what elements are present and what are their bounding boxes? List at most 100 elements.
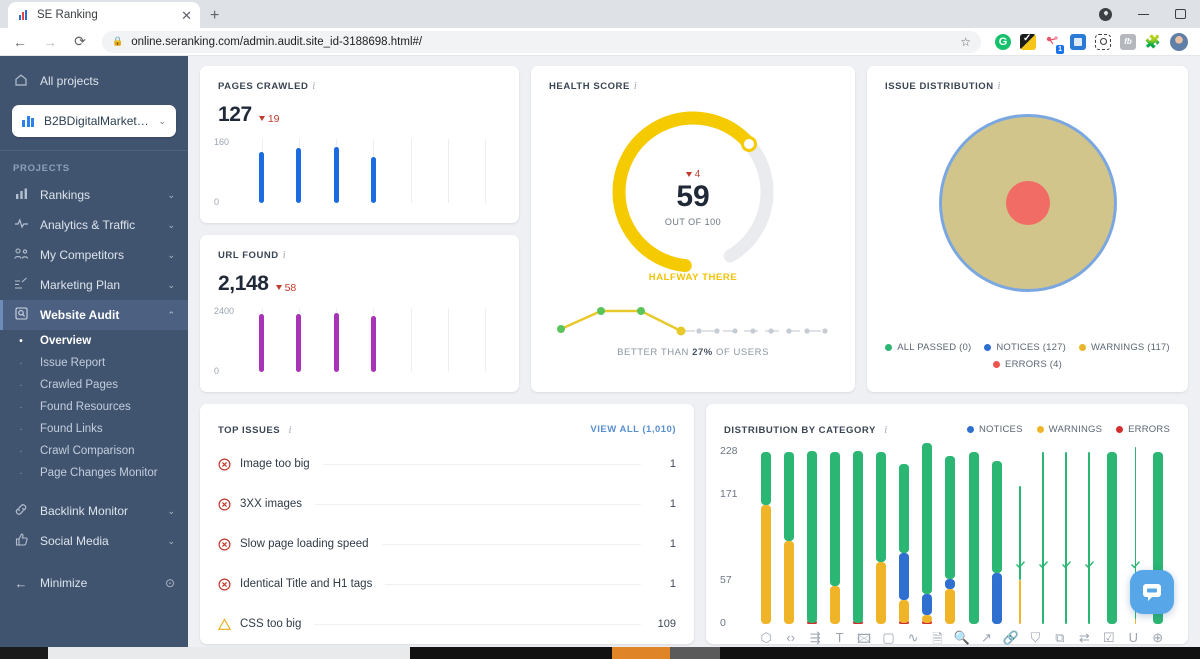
image-icon[interactable]: 🖾 xyxy=(857,630,871,647)
chevron-down-icon[interactable]: ⌄ xyxy=(167,220,175,231)
grammarly-icon[interactable]: G xyxy=(995,33,1011,50)
browser-tab[interactable]: SE Ranking ✕ xyxy=(8,2,200,28)
sidebar-subitem-issue-report[interactable]: · Issue Report xyxy=(0,352,188,374)
minichart-bar[interactable] xyxy=(333,146,339,203)
legend-item-errors[interactable]: ERRORS (4) xyxy=(993,359,1062,370)
legend-item-notices[interactable]: NOTICES xyxy=(967,424,1023,435)
sidebar-subitem-found-resources[interactable]: · Found Resources xyxy=(0,396,188,418)
refresh-icon[interactable]: ⇄ xyxy=(1079,630,1090,646)
similarweb-icon[interactable] xyxy=(1070,33,1086,50)
sidebar-minimize-button[interactable]: ← Minimize ⊙ xyxy=(0,568,188,598)
sidebar-subitem-found-links[interactable]: · Found Links xyxy=(0,418,188,440)
fb-pixel-icon[interactable]: fb xyxy=(1120,33,1136,50)
redirect-icon[interactable]: ⇶ xyxy=(810,630,821,646)
chain-link-icon[interactable]: 🔗 xyxy=(1003,630,1019,646)
chevron-up-icon[interactable]: ⌃ xyxy=(167,310,175,321)
minichart-bar[interactable] xyxy=(296,147,302,203)
page-icon[interactable]: ▢ xyxy=(882,630,894,646)
sidebar-item-website-audit[interactable]: Website Audit ⌃ xyxy=(0,300,188,330)
issue-row[interactable]: 3XX images 1 xyxy=(200,484,694,524)
question-circle-icon[interactable]: ⊙ xyxy=(165,576,175,590)
code-icon[interactable]: ‹› xyxy=(786,630,795,645)
maximize-icon[interactable] xyxy=(1175,9,1186,19)
bookmark-star-icon[interactable]: ☆ xyxy=(960,35,971,49)
chart-bar[interactable] xyxy=(945,452,956,624)
dark-reader-icon[interactable] xyxy=(1020,33,1036,50)
chart-bar[interactable] xyxy=(1107,452,1118,624)
issue-row[interactable]: Identical Title and H1 tags 1 xyxy=(200,564,694,604)
checkbox-icon[interactable]: ☑ xyxy=(1103,630,1115,646)
chart-bar[interactable] xyxy=(876,452,887,624)
chart-bar[interactable] xyxy=(853,450,863,624)
puzzle-extensions-icon[interactable]: 🧩 xyxy=(1145,34,1161,50)
chart-bar[interactable] xyxy=(1061,452,1071,624)
chart-bar[interactable] xyxy=(783,452,794,624)
minichart-bar[interactable] xyxy=(259,314,265,372)
shield-icon[interactable]: ⛉ xyxy=(1031,630,1041,646)
legend-item-all-passed[interactable]: ALL PASSED (0) xyxy=(885,342,971,353)
sidebar-item-rankings[interactable]: Rankings ⌄ xyxy=(0,180,188,210)
search-icon[interactable]: 🔍 xyxy=(954,630,970,646)
legend-item-warnings[interactable]: WARNINGS (117) xyxy=(1078,342,1170,353)
minichart-bar[interactable] xyxy=(333,313,339,372)
sidebar-subitem-crawled-pages[interactable]: · Crawled Pages xyxy=(0,374,188,396)
bubble-errors[interactable] xyxy=(1005,181,1050,225)
chat-widget-button[interactable] xyxy=(1130,570,1174,614)
minimize-icon[interactable] xyxy=(1138,13,1149,15)
chart-bar[interactable] xyxy=(1038,452,1048,624)
minichart-bar[interactable] xyxy=(370,315,376,372)
address-bar[interactable]: 🔒 online.seranking.com/admin.audit.site_… xyxy=(102,30,981,53)
info-icon[interactable]: i xyxy=(289,425,292,436)
issue-row[interactable]: Image too big 1 xyxy=(200,444,694,484)
bubble-notices-warnings[interactable] xyxy=(938,114,1117,292)
info-icon[interactable]: i xyxy=(312,81,315,92)
sidebar-item-all-projects[interactable]: All projects xyxy=(0,66,188,96)
copy-icon[interactable]: ⧉ xyxy=(1055,630,1064,646)
pulse-icon[interactable]: ∿ xyxy=(908,630,919,646)
minichart-bar[interactable] xyxy=(370,156,376,203)
sidebar-item-marketing-plan[interactable]: Marketing Plan ⌄ xyxy=(0,270,188,300)
sidebar-subitem-page-changes-monitor[interactable]: · Page Changes Monitor xyxy=(0,462,188,484)
profile-avatar[interactable] xyxy=(1170,32,1188,51)
underline-U-icon[interactable]: U xyxy=(1129,630,1138,645)
chart-bar[interactable] xyxy=(760,452,771,624)
reload-button[interactable]: ⟳ xyxy=(72,33,88,50)
info-icon[interactable]: i xyxy=(998,81,1001,92)
close-icon[interactable]: ✕ xyxy=(181,9,192,22)
text-T-icon[interactable]: T xyxy=(836,630,844,645)
chevron-down-icon[interactable]: ⌄ xyxy=(167,250,175,261)
chevron-down-icon[interactable]: ⌄ xyxy=(167,536,175,547)
globe-icon[interactable]: ⊕ xyxy=(1152,630,1163,646)
chevron-down-icon[interactable]: ⌄ xyxy=(167,506,175,517)
pin-icon[interactable] xyxy=(1099,7,1112,21)
chevron-down-icon[interactable]: ⌄ xyxy=(167,190,175,201)
view-all-link[interactable]: VIEW ALL (1,010) xyxy=(590,424,676,435)
document-icon[interactable]: 🗎 xyxy=(932,630,942,647)
chart-bar[interactable] xyxy=(922,442,933,624)
chart-bar[interactable] xyxy=(899,452,910,624)
sidebar-subitem-crawl-comparison[interactable]: · Crawl Comparison xyxy=(0,440,188,462)
chart-bar[interactable] xyxy=(968,452,979,624)
taskbar-active-app[interactable] xyxy=(612,647,670,659)
keywords-everywhere-icon[interactable]: 1 xyxy=(1045,34,1064,54)
external-link-icon[interactable]: ↗ xyxy=(981,630,992,646)
sidebar-item-my-competitors[interactable]: My Competitors ⌄ xyxy=(0,240,188,270)
legend-item-notices[interactable]: NOTICES (127) xyxy=(984,342,1066,353)
chart-bar[interactable] xyxy=(1084,452,1094,624)
sidebar-item-backlink-monitor[interactable]: Backlink Monitor ⌄ xyxy=(0,496,188,526)
project-selector[interactable]: B2BDigitalMarketers... ⌄ xyxy=(12,105,176,137)
info-icon[interactable]: i xyxy=(634,81,637,92)
chart-bar[interactable] xyxy=(806,450,817,624)
minichart-bar[interactable] xyxy=(296,314,302,372)
info-icon[interactable]: i xyxy=(283,250,286,261)
legend-item-errors[interactable]: ERRORS xyxy=(1116,424,1170,435)
forward-button[interactable]: → xyxy=(42,34,58,50)
cube-3d-icon[interactable]: ⬡ xyxy=(761,630,772,646)
legend-item-warnings[interactable]: WARNINGS xyxy=(1036,424,1103,435)
info-icon[interactable]: i xyxy=(884,425,887,436)
sidebar-subitem-overview[interactable]: • Overview xyxy=(0,330,188,352)
minichart-bar[interactable] xyxy=(259,151,265,203)
issue-row[interactable]: CSS too big 109 xyxy=(200,604,694,644)
taskbar-app[interactable] xyxy=(670,647,720,659)
chart-bar[interactable] xyxy=(991,452,1002,624)
